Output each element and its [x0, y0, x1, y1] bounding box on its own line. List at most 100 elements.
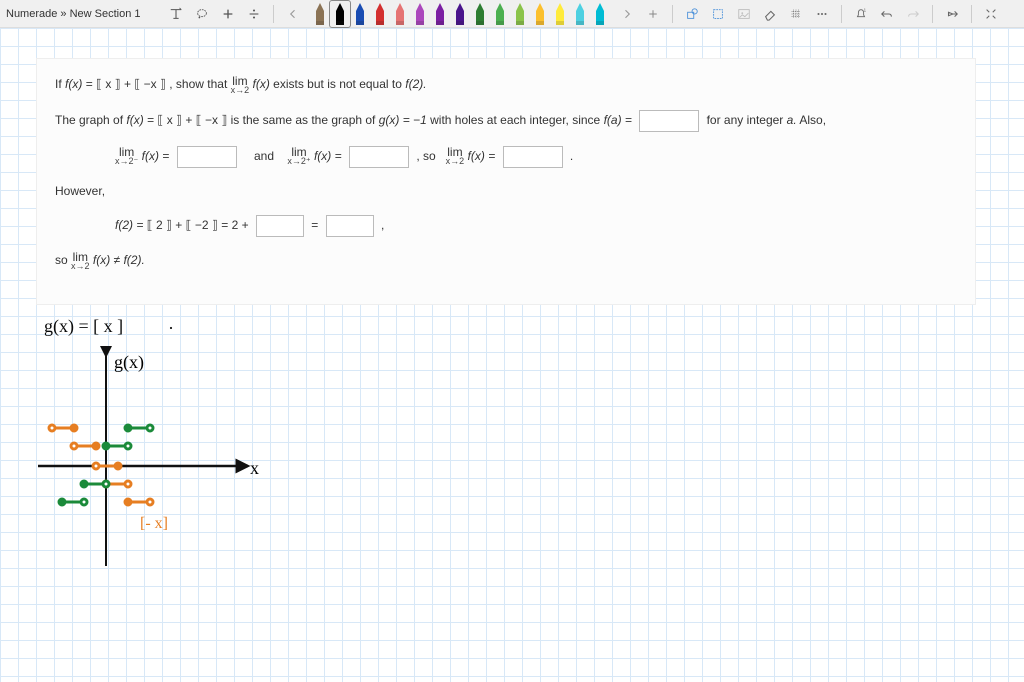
floor-bracket: −2 — [186, 218, 218, 232]
pen-color[interactable] — [450, 1, 470, 27]
text: = 2 + — [221, 218, 248, 232]
breadcrumb-sep: » — [60, 8, 66, 20]
chevron-right-icon[interactable] — [616, 3, 638, 25]
add-page-icon[interactable] — [217, 3, 239, 25]
handwritten-work: g(x) = [ x ] · g(x) x — [28, 316, 328, 596]
grid-snap-icon[interactable] — [785, 3, 807, 25]
floor-bracket: 2 — [147, 218, 172, 232]
pen-color[interactable] — [530, 1, 550, 27]
text: = — [147, 113, 154, 127]
text: f(x) = — [314, 149, 342, 163]
pen-color[interactable] — [410, 1, 430, 27]
eraser-icon[interactable] — [759, 3, 781, 25]
answer-blank-2[interactable] — [177, 146, 237, 168]
separator — [273, 5, 274, 23]
pen-color[interactable] — [590, 1, 610, 27]
problem-line-6: so lim x→2 f(x) ≠ f(2). — [55, 251, 957, 272]
text: for any integer — [707, 113, 784, 127]
chevron-left-icon[interactable] — [282, 3, 304, 25]
limit-expression: lim x→2⁺ — [287, 146, 310, 167]
floor-bracket: −x — [196, 113, 228, 127]
text: The graph of — [55, 113, 123, 127]
text: + — [185, 113, 192, 127]
separator — [672, 5, 673, 23]
redo-icon[interactable] — [902, 3, 924, 25]
answer-blank-1[interactable] — [639, 110, 699, 132]
add-pen-icon[interactable] — [642, 3, 664, 25]
lim-sub: x→2 — [446, 157, 465, 167]
text: = — [311, 218, 318, 232]
text: + — [175, 218, 182, 232]
problem-line-3: lim x→2⁻ f(x) = and lim x→2⁺ f(x) = , so… — [55, 146, 957, 168]
text: f(x) — [65, 77, 82, 91]
pen-color[interactable] — [430, 1, 450, 27]
pen-color[interactable] — [550, 1, 570, 27]
separator — [932, 5, 933, 23]
text: f(x) ≠ f(2). — [93, 253, 145, 267]
lasso-tool-icon[interactable] — [191, 3, 213, 25]
hw-gx: g(x) = [ x ] — [44, 316, 123, 337]
share-icon[interactable] — [941, 3, 963, 25]
problem-line-4: However, — [55, 182, 957, 201]
shape-tool-icon[interactable] — [681, 3, 703, 25]
text: f(x) = — [142, 149, 170, 163]
hw-yaxis-label: g(x) — [114, 352, 144, 373]
undo-icon[interactable] — [876, 3, 898, 25]
problem-line-1: If f(x) = x + −x , show that lim x→2 f(x… — [55, 75, 957, 96]
limit-expression: lim x→2 — [71, 251, 90, 272]
problem-line-5: f(2) = 2 + −2 = 2 + = , — [55, 215, 957, 237]
breadcrumb[interactable]: Numerade » New Section 1 — [6, 8, 141, 20]
canvas[interactable]: If f(x) = x + −x , show that lim x→2 f(x… — [0, 28, 1024, 682]
text-tool-icon[interactable] — [165, 3, 187, 25]
separator — [971, 5, 972, 23]
text: is the same as the graph of — [231, 113, 376, 127]
collapse-icon[interactable] — [980, 3, 1002, 25]
crop-tool-icon[interactable] — [707, 3, 729, 25]
answer-blank-3[interactable] — [349, 146, 409, 168]
lim-sub: x→2 — [231, 86, 250, 96]
pen-color[interactable] — [470, 1, 490, 27]
text: . — [570, 149, 573, 163]
pen-color[interactable] — [330, 1, 350, 27]
problem-line-2: The graph of f(x) = x + −x is the same a… — [55, 110, 957, 132]
answer-blank-4[interactable] — [503, 146, 563, 168]
pen-palette — [310, 1, 610, 27]
floor-bracket: −x — [134, 77, 166, 91]
answer-blank-5[interactable] — [256, 215, 304, 237]
image-tool-icon[interactable] — [733, 3, 755, 25]
text: , show that — [169, 77, 227, 91]
bell-icon[interactable]: 1 — [850, 3, 872, 25]
text: , so — [416, 149, 435, 163]
divide-icon[interactable] — [243, 3, 265, 25]
hw-dot: · — [168, 318, 174, 339]
pen-color[interactable] — [310, 1, 330, 27]
pen-color[interactable] — [390, 1, 410, 27]
answer-blank-6[interactable] — [326, 215, 374, 237]
text: If — [55, 77, 62, 91]
limit-expression: lim x→2⁻ — [115, 146, 138, 167]
breadcrumb-section: New Section 1 — [70, 8, 141, 20]
pen-color[interactable] — [490, 1, 510, 27]
more-icon[interactable] — [811, 3, 833, 25]
text: f(a) = — [604, 113, 632, 127]
svg-text:1: 1 — [863, 7, 866, 12]
pen-color[interactable] — [510, 1, 530, 27]
text: f(x) — [126, 113, 143, 127]
text: f(2) = — [115, 218, 143, 232]
text: g(x) = −1 — [379, 113, 427, 127]
problem-statement: If f(x) = x + −x , show that lim x→2 f(x… — [36, 58, 976, 305]
text: so — [55, 253, 68, 267]
text: exists but is not equal to — [273, 77, 402, 91]
pen-color[interactable] — [350, 1, 370, 27]
floor-bracket: x — [96, 77, 121, 91]
lim-sub: x→2⁺ — [287, 157, 310, 167]
text: a. — [787, 113, 797, 127]
hw-negx-label: [- x] — [140, 515, 168, 532]
separator — [841, 5, 842, 23]
text: and — [254, 149, 274, 163]
breadcrumb-site: Numerade — [6, 8, 57, 20]
text: f(x) = — [468, 149, 496, 163]
pen-color[interactable] — [570, 1, 590, 27]
hw-graph: g(x) x [- x] — [28, 346, 288, 586]
pen-color[interactable] — [370, 1, 390, 27]
